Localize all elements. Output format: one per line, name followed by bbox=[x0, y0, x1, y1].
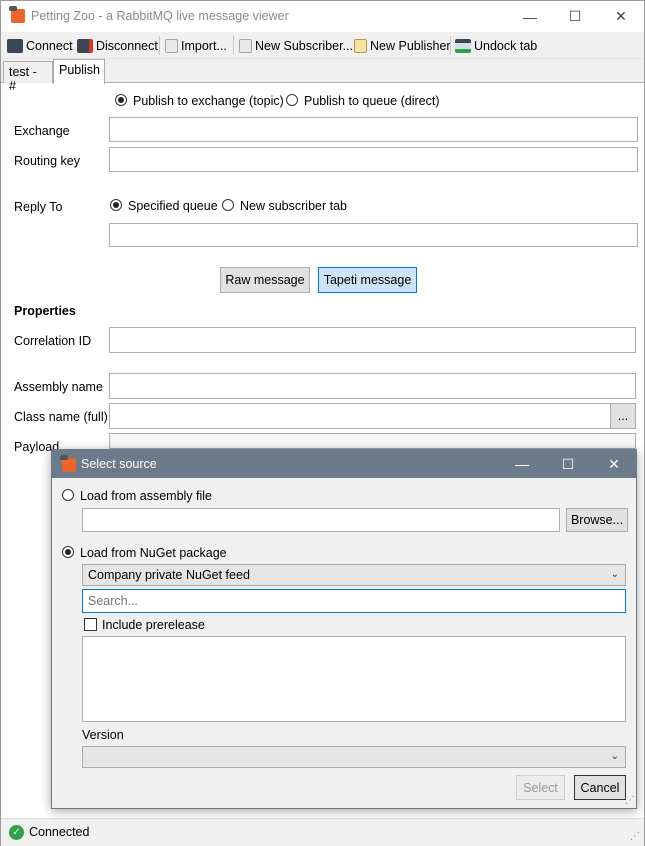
minimize-button[interactable]: — bbox=[508, 1, 552, 32]
load-assembly-label: Load from assembly file bbox=[80, 489, 213, 503]
toolbar-separator bbox=[233, 36, 234, 55]
disconnect-label: Disconnect bbox=[96, 38, 158, 53]
toolbar-separator bbox=[159, 36, 160, 55]
chevron-down-icon: ⌄ bbox=[610, 751, 619, 762]
reply-specified-label: Specified queue bbox=[128, 199, 218, 213]
connect-button[interactable]: Connect bbox=[7, 36, 73, 55]
tab-publish[interactable]: Publish bbox=[53, 59, 105, 84]
resize-grip-icon[interactable]: ⋰ bbox=[630, 831, 640, 842]
import-label: Import... bbox=[181, 38, 227, 53]
connect-icon bbox=[7, 38, 23, 53]
exchange-label: Exchange bbox=[14, 124, 70, 138]
import-button[interactable]: Import... bbox=[165, 36, 227, 55]
status-text: Connected bbox=[29, 825, 90, 839]
disconnect-icon bbox=[77, 38, 93, 53]
assembly-name-input[interactable] bbox=[109, 373, 636, 399]
new-publisher-button[interactable]: New Publisher bbox=[354, 36, 451, 55]
status-bar: ✓ Connected ⋰ bbox=[1, 818, 644, 846]
nuget-search-input[interactable] bbox=[82, 589, 626, 613]
chevron-down-icon: ⌄ bbox=[610, 569, 619, 580]
dialog-title-bar: Select source — ☐ ✕ bbox=[52, 450, 636, 478]
dialog-close-button[interactable]: ✕ bbox=[591, 450, 637, 478]
routing-key-input[interactable] bbox=[109, 147, 638, 172]
close-button[interactable]: ✕ bbox=[599, 1, 643, 32]
properties-heading: Properties bbox=[14, 304, 76, 318]
maximize-button[interactable]: ☐ bbox=[553, 1, 597, 32]
reply-specified-radio[interactable] bbox=[110, 199, 122, 211]
browse-button[interactable]: Browse... bbox=[566, 508, 628, 532]
include-prerelease-checkbox[interactable] bbox=[84, 618, 97, 631]
queue-mode-label: Publish to queue (direct) bbox=[304, 94, 440, 108]
class-name-input[interactable] bbox=[109, 403, 611, 429]
reply-new-tab-radio[interactable] bbox=[222, 199, 234, 211]
exchange-mode-radio[interactable] bbox=[115, 94, 127, 106]
cancel-button[interactable]: Cancel bbox=[574, 775, 626, 800]
tapeti-message-button[interactable]: Tapeti message bbox=[318, 267, 417, 293]
undock-icon bbox=[455, 38, 471, 53]
load-nuget-label: Load from NuGet package bbox=[80, 546, 227, 560]
title-bar: Petting Zoo - a RabbitMQ live message vi… bbox=[1, 1, 644, 32]
dialog-minimize-button[interactable]: — bbox=[499, 450, 545, 478]
select-button[interactable]: Select bbox=[516, 775, 565, 800]
raw-message-button[interactable]: Raw message bbox=[220, 267, 310, 293]
reply-to-label: Reply To bbox=[14, 200, 63, 214]
new-subscriber-button[interactable]: New Subscriber... bbox=[239, 36, 353, 55]
dialog-resize-grip-icon[interactable]: ⋰ bbox=[625, 795, 635, 806]
toolbar-separator bbox=[450, 36, 451, 55]
reply-new-tab-label: New subscriber tab bbox=[240, 199, 347, 213]
queue-mode-radio[interactable] bbox=[286, 94, 298, 106]
exchange-input[interactable] bbox=[109, 117, 638, 142]
nuget-feed-selected: Company private NuGet feed bbox=[88, 568, 250, 582]
nuget-package-list[interactable] bbox=[82, 636, 626, 722]
payload-input[interactable] bbox=[109, 433, 636, 449]
main-window: Petting Zoo - a RabbitMQ live message vi… bbox=[0, 0, 645, 846]
connect-label: Connect bbox=[26, 38, 73, 53]
connected-check-icon: ✓ bbox=[9, 825, 24, 840]
dialog-maximize-button[interactable]: ☐ bbox=[545, 450, 591, 478]
assembly-file-input[interactable] bbox=[82, 508, 560, 532]
tab-strip: test - # Publish bbox=[1, 59, 644, 93]
version-label: Version bbox=[82, 728, 124, 742]
reply-to-input[interactable] bbox=[109, 223, 638, 247]
correlation-id-label: Correlation ID bbox=[14, 334, 92, 348]
new-subscriber-label: New Subscriber... bbox=[255, 38, 353, 53]
routing-key-label: Routing key bbox=[14, 154, 81, 168]
load-assembly-radio[interactable] bbox=[62, 489, 74, 501]
undock-tab-label: Undock tab bbox=[474, 38, 538, 53]
nuget-feed-dropdown[interactable]: Company private NuGet feed ⌄ bbox=[82, 564, 626, 586]
new-publisher-label: New Publisher bbox=[370, 38, 451, 53]
correlation-id-input[interactable] bbox=[109, 327, 636, 353]
dialog-title: Select source bbox=[81, 457, 157, 471]
class-name-label: Class name (full) bbox=[14, 410, 108, 424]
app-icon bbox=[9, 6, 25, 23]
new-publisher-icon bbox=[354, 38, 367, 53]
exchange-mode-label: Publish to exchange (topic) bbox=[133, 94, 284, 108]
dialog-app-icon bbox=[60, 455, 76, 472]
import-icon bbox=[165, 38, 178, 53]
select-source-dialog: Select source — ☐ ✕ Load from assembly f… bbox=[51, 449, 637, 809]
assembly-name-label: Assembly name bbox=[14, 380, 103, 394]
include-prerelease-label: Include prerelease bbox=[102, 618, 205, 632]
version-dropdown[interactable]: ⌄ bbox=[82, 746, 626, 768]
new-subscriber-icon bbox=[239, 38, 252, 53]
toolbar: Connect Disconnect Import... New Subscri… bbox=[1, 32, 644, 59]
load-nuget-radio[interactable] bbox=[62, 546, 74, 558]
disconnect-button[interactable]: Disconnect bbox=[77, 36, 158, 55]
undock-tab-button[interactable]: Undock tab bbox=[455, 36, 537, 55]
tab-test[interactable]: test - # bbox=[3, 61, 53, 93]
class-browse-button[interactable]: ... bbox=[610, 403, 636, 429]
window-title: Petting Zoo - a RabbitMQ live message vi… bbox=[31, 9, 289, 23]
